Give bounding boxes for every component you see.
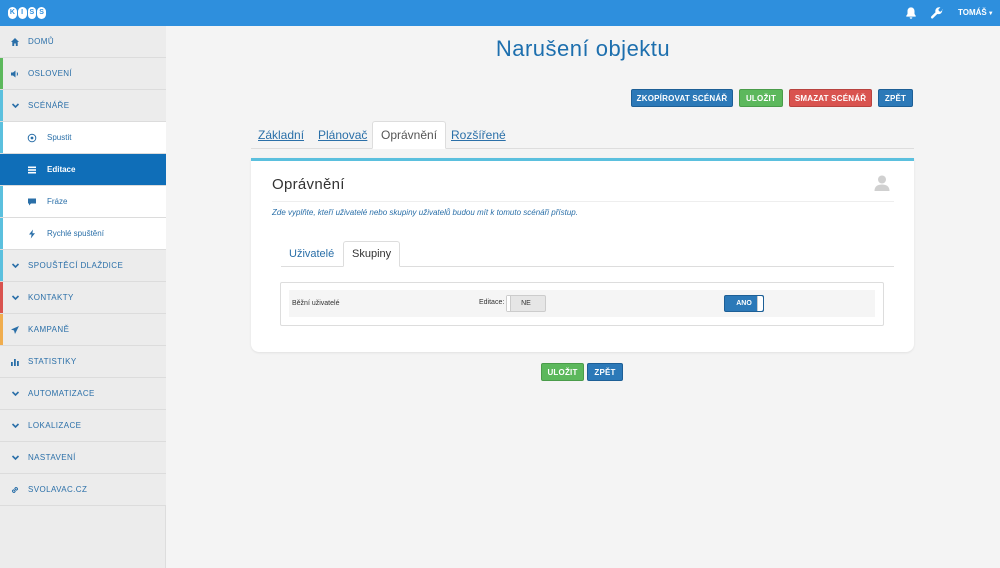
chevron-down-icon bbox=[9, 388, 21, 400]
permissions-card: Oprávnění Zde vyplňte, kteří uživatelé n… bbox=[251, 158, 914, 352]
home-icon bbox=[9, 36, 21, 48]
divider bbox=[272, 201, 894, 202]
wrench-icon[interactable] bbox=[930, 6, 944, 20]
sidebar-item-scenare[interactable]: SCÉNÁŘE bbox=[0, 90, 166, 122]
tab-uzivatele[interactable]: Uživatelé bbox=[281, 241, 342, 267]
copy-scenario-button[interactable]: ZKOPÍROVAT SCÉNÁŘ bbox=[631, 89, 733, 107]
page-title: Narušení objektu bbox=[495, 36, 671, 61]
sidebar-item-statistiky[interactable]: STATISTIKY bbox=[0, 346, 166, 378]
sidebar-item-label: SVOLAVAC.CZ bbox=[28, 485, 88, 494]
accent-stripe bbox=[0, 186, 3, 217]
sidebar-item-label: KAMPANĚ bbox=[28, 325, 70, 334]
chevron-down-icon bbox=[9, 420, 21, 432]
sidebar-item-automatizace[interactable]: AUTOMATIZACE bbox=[0, 378, 166, 410]
send-icon bbox=[9, 324, 21, 336]
sidebar-item-svolavac[interactable]: SVOLAVAC.CZ bbox=[0, 474, 166, 506]
user-menu[interactable]: TOMÁŠ▼ bbox=[958, 8, 994, 17]
sub-tabs: Uživatelé Skupiny bbox=[281, 241, 894, 267]
user-name: TOMÁŠ bbox=[958, 8, 987, 17]
kiss-logo[interactable]: K I S S bbox=[8, 7, 46, 19]
bar-chart-icon bbox=[9, 356, 21, 368]
group-name: Běžní uživatelé bbox=[292, 300, 340, 307]
speaker-icon bbox=[9, 68, 21, 80]
top-bar: K I S S TOMÁŠ▼ bbox=[0, 0, 1000, 26]
logo-letter: S bbox=[27, 7, 37, 19]
card-description: Zde vyplňte, kteří uživatelé nebo skupin… bbox=[272, 208, 578, 217]
sidebar-item-spousteci-dlazdice[interactable]: SPOUŠTĚCÍ DLAŽDICE bbox=[0, 250, 166, 282]
chevron-down-icon bbox=[9, 260, 21, 272]
main-tabs: Základní Plánovač Oprávnění Rozšířené bbox=[251, 121, 914, 149]
caret-down-icon: ▼ bbox=[987, 11, 994, 17]
footer-back-button[interactable]: ZPĚT bbox=[587, 363, 623, 381]
chevron-down-icon bbox=[9, 100, 21, 112]
sidebar-item-label: Editace bbox=[47, 165, 76, 174]
sidebar: DOMŮ OSLOVENÍ SCÉNÁŘE Spustit Editace Fr… bbox=[0, 26, 166, 568]
comment-icon bbox=[26, 196, 38, 208]
accent-stripe bbox=[0, 218, 3, 249]
edit-toggle[interactable]: NE bbox=[506, 295, 546, 312]
link-icon bbox=[9, 484, 21, 496]
logo-letter: K bbox=[8, 7, 17, 19]
sidebar-item-label: SPOUŠTĚCÍ DLAŽDICE bbox=[28, 261, 124, 270]
user-silhouette-icon bbox=[874, 175, 890, 191]
sidebar-item-label: DOMŮ bbox=[28, 37, 55, 46]
sidebar-item-label: SCÉNÁŘE bbox=[28, 101, 70, 110]
sidebar-item-label: Fráze bbox=[47, 197, 68, 206]
accent-stripe bbox=[0, 58, 3, 89]
sidebar-item-kampane[interactable]: KAMPANĚ bbox=[0, 314, 166, 346]
edit-toggle-value: NE bbox=[521, 300, 531, 307]
accent-stripe bbox=[0, 314, 3, 345]
tab-zakladni[interactable]: Základní bbox=[258, 121, 304, 149]
permissions-table: Běžní uživatelé Editace: NE ANO bbox=[280, 282, 884, 326]
sidebar-item-domu[interactable]: DOMŮ bbox=[0, 26, 166, 58]
sidebar-item-spustit[interactable]: Spustit bbox=[0, 122, 166, 154]
sidebar-item-osloveni[interactable]: OSLOVENÍ bbox=[0, 58, 166, 90]
edit-label: Editace: bbox=[479, 299, 505, 306]
back-button[interactable]: ZPĚT bbox=[878, 89, 913, 107]
accent-stripe bbox=[0, 90, 3, 121]
chevron-down-icon bbox=[9, 452, 21, 464]
sidebar-item-label: Rychlé spuštění bbox=[47, 229, 104, 238]
accent-stripe bbox=[0, 250, 3, 281]
sidebar-item-lokalizace[interactable]: LOKALIZACE bbox=[0, 410, 166, 442]
footer-save-button[interactable]: ULOŽIT bbox=[541, 363, 584, 381]
sidebar-item-fraze[interactable]: Fráze bbox=[0, 186, 166, 218]
sidebar-item-label: AUTOMATIZACE bbox=[28, 389, 95, 398]
card-title: Oprávnění bbox=[272, 176, 345, 193]
sidebar-item-label: NASTAVENÍ bbox=[28, 453, 76, 462]
tab-rozsirene[interactable]: Rozšířené bbox=[451, 121, 506, 149]
bolt-icon bbox=[26, 228, 38, 240]
accent-stripe bbox=[0, 122, 3, 153]
table-row: Běžní uživatelé Editace: NE ANO bbox=[289, 290, 875, 317]
toggle-knob bbox=[757, 296, 763, 311]
tab-skupiny[interactable]: Skupiny bbox=[343, 241, 401, 267]
logo-letter: S bbox=[37, 7, 46, 19]
logo-letter: I bbox=[17, 7, 27, 19]
sidebar-item-label: Spustit bbox=[47, 133, 72, 142]
accent-stripe bbox=[0, 282, 3, 313]
list-icon bbox=[26, 164, 38, 176]
toggle-knob bbox=[507, 296, 511, 311]
chevron-down-icon bbox=[9, 292, 21, 304]
sidebar-item-label: STATISTIKY bbox=[28, 357, 77, 366]
access-toggle[interactable]: ANO bbox=[724, 295, 764, 312]
sidebar-item-nastaveni[interactable]: NASTAVENÍ bbox=[0, 442, 166, 474]
sidebar-item-editace[interactable]: Editace bbox=[0, 154, 166, 186]
access-toggle-value: ANO bbox=[736, 300, 752, 307]
sidebar-item-kontakty[interactable]: KONTAKTY bbox=[0, 282, 166, 314]
play-circle-icon bbox=[26, 132, 38, 144]
sidebar-item-label: KONTAKTY bbox=[28, 293, 74, 302]
delete-scenario-button[interactable]: SMAZAT SCÉNÁŘ bbox=[789, 89, 872, 107]
sidebar-item-label: OSLOVENÍ bbox=[28, 69, 73, 78]
bell-icon[interactable] bbox=[904, 6, 918, 20]
sidebar-item-label: LOKALIZACE bbox=[28, 421, 82, 430]
sidebar-item-rychle-spusteni[interactable]: Rychlé spuštění bbox=[0, 218, 166, 250]
tab-planovac[interactable]: Plánovač bbox=[318, 121, 367, 149]
tab-opravneni[interactable]: Oprávnění bbox=[372, 121, 447, 149]
save-button[interactable]: ULOŽIT bbox=[739, 89, 783, 107]
